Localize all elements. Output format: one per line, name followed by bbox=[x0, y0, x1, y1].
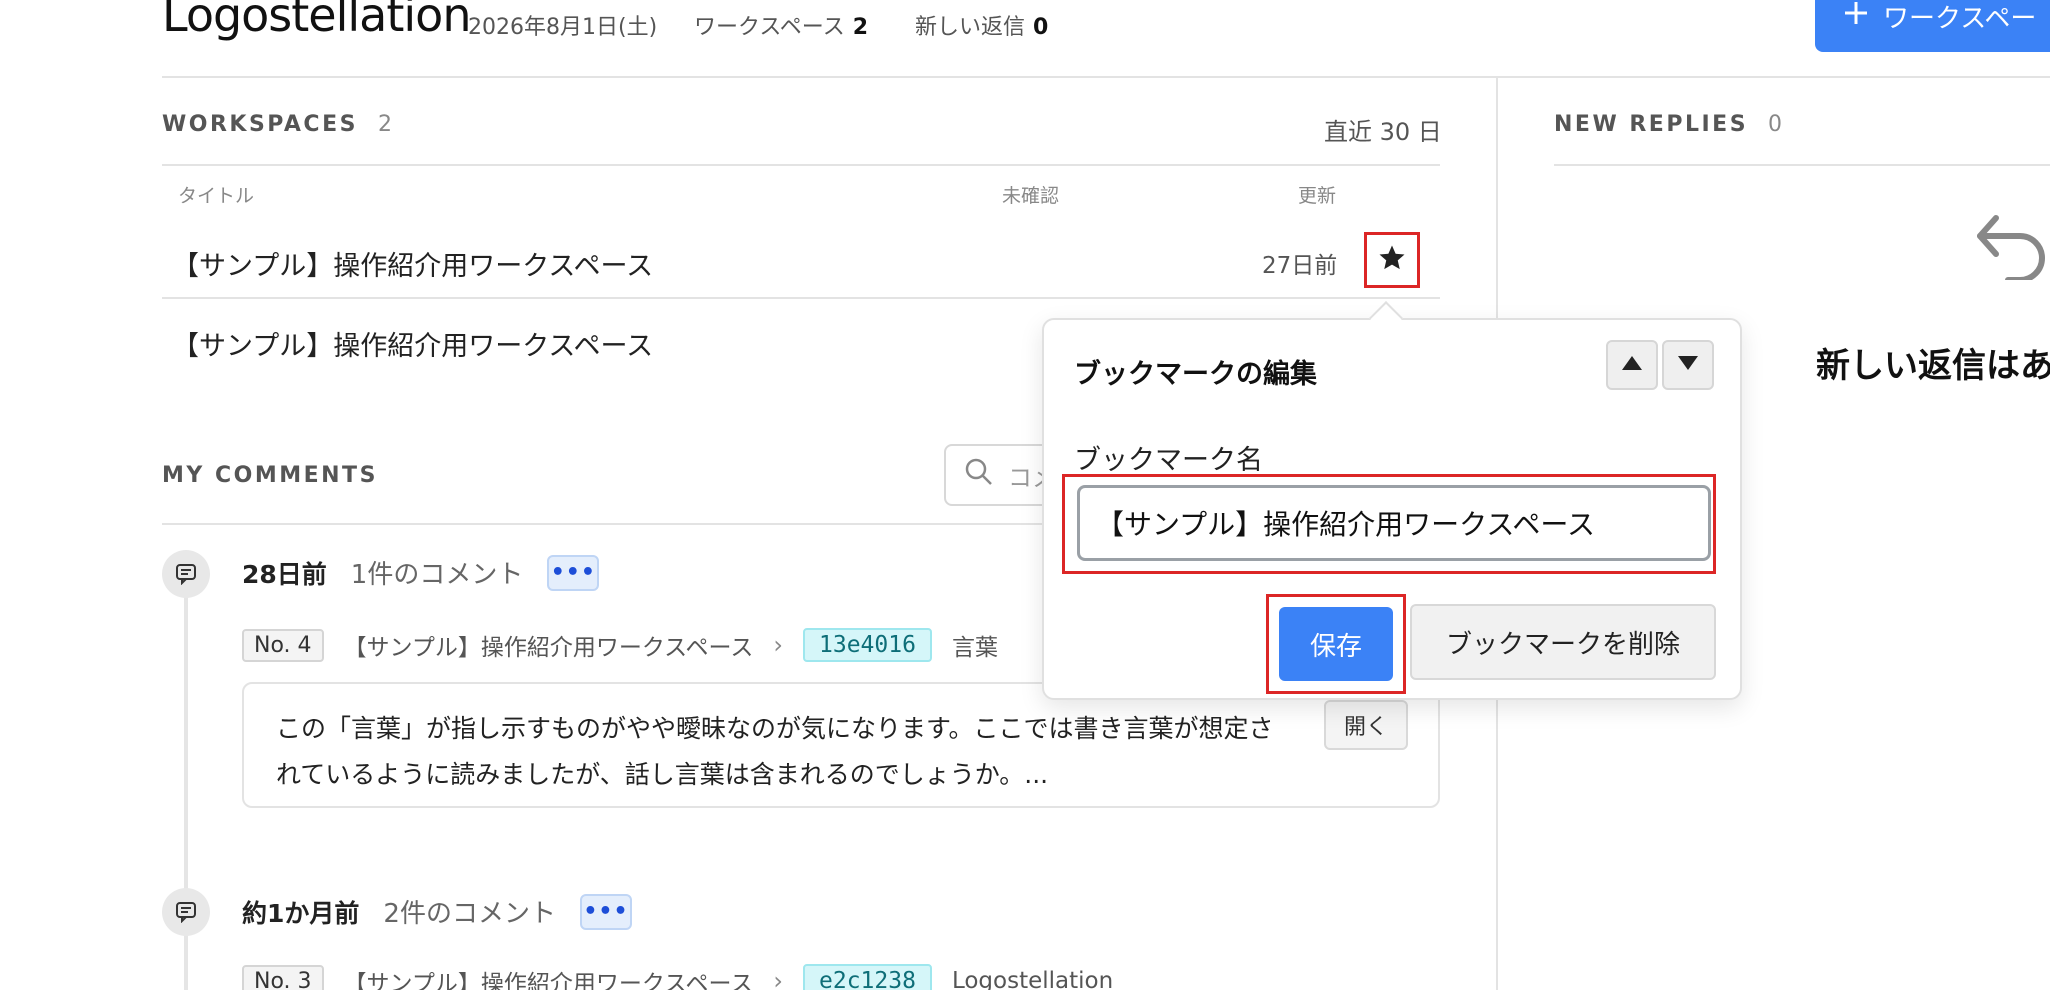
chevron-right-icon: › bbox=[773, 631, 783, 659]
comment-header: 約1か月前 2件のコメント ••• bbox=[242, 893, 632, 930]
triangle-down-icon bbox=[1676, 354, 1700, 376]
comment-text: この「言葉」が指し示すものがやや曖昧なのが気になります。ここでは書き言葉が想定さ… bbox=[276, 714, 1274, 789]
comment-when: 約1か月前 bbox=[242, 898, 360, 928]
comment-when: 28日前 bbox=[242, 559, 327, 589]
workspaces-count: 2 bbox=[377, 112, 392, 137]
comment-term: 言葉 bbox=[951, 635, 998, 661]
replies-count: 0 bbox=[1768, 112, 1783, 137]
replies-divider bbox=[1554, 164, 2050, 166]
header-divider bbox=[162, 76, 2050, 78]
header-workspaces-label: ワークスペース bbox=[694, 15, 845, 40]
search-icon bbox=[964, 457, 994, 493]
chevron-right-icon: › bbox=[773, 967, 783, 990]
bookmark-name-input[interactable] bbox=[1077, 485, 1711, 561]
comment-meta: No. 3 【サンプル】操作紹介用ワークスペース › e2c1238 Logos… bbox=[242, 964, 1113, 990]
comment-meta: No. 4 【サンプル】操作紹介用ワークスペース › 13e4016 言葉 bbox=[242, 628, 998, 662]
save-button[interactable]: 保存 bbox=[1279, 607, 1393, 681]
range-filter[interactable]: 直近 30 日 bbox=[1324, 112, 1442, 147]
comments-title: MY COMMENTS bbox=[162, 463, 378, 488]
row-divider bbox=[162, 297, 1440, 299]
column-header-unconfirmed: 未確認 bbox=[1002, 185, 1060, 207]
comment-hash-badge[interactable]: e2c1238 bbox=[803, 964, 932, 990]
app-title: Logostellation bbox=[162, 0, 471, 42]
workspace-updated: 27日前 bbox=[1262, 253, 1338, 279]
delete-bookmark-button[interactable]: ブックマークを削除 bbox=[1410, 604, 1716, 680]
bookmark-name-highlight bbox=[1062, 474, 1716, 574]
save-highlight: 保存 bbox=[1266, 594, 1406, 694]
header-workspaces-count: 2 bbox=[852, 15, 869, 40]
header-date: 2026年8月1日(土) bbox=[468, 15, 658, 40]
comment-header: 28日前 1件のコメント ••• bbox=[242, 554, 600, 591]
header-workspaces-stat: ワークスペース 2 bbox=[694, 9, 868, 41]
comment-count: 1件のコメント bbox=[350, 560, 524, 590]
workspaces-divider bbox=[162, 164, 1440, 166]
comment-workspace-link[interactable]: 【サンプル】操作紹介用ワークスペース bbox=[344, 628, 754, 662]
workspaces-title: WORKSPACES bbox=[162, 112, 358, 137]
workspace-title[interactable]: 【サンプル】操作紹介用ワークスペース bbox=[172, 244, 653, 283]
triangle-up-icon bbox=[1620, 354, 1644, 376]
move-down-button[interactable] bbox=[1662, 340, 1714, 390]
comment-workspace-link[interactable]: 【サンプル】操作紹介用ワークスペース bbox=[344, 964, 754, 990]
column-header-title: タイトル bbox=[178, 185, 255, 207]
new-workspace-button[interactable]: ワークスペー bbox=[1815, 0, 2050, 52]
comment-count: 2件のコメント bbox=[383, 899, 556, 929]
header-replies-label: 新しい返信 bbox=[915, 15, 1026, 40]
bookmark-edit-popover: ブックマークの編集 ブックマーク名 保存 ブックマークを削除 bbox=[1042, 318, 1742, 700]
plus-icon bbox=[1843, 0, 1869, 33]
comment-icon bbox=[162, 550, 210, 598]
more-button[interactable]: ••• bbox=[547, 554, 600, 591]
comment-icon bbox=[162, 888, 210, 936]
replies-empty-message: 新しい返信はあ bbox=[1816, 346, 2050, 386]
comment-card: この「言葉」が指し示すものがやや曖昧なのが気になります。ここでは書き言葉が想定さ… bbox=[242, 682, 1440, 808]
header-replies-count: 0 bbox=[1033, 15, 1049, 40]
replies-heading: NEW REPLIES 0 bbox=[1554, 112, 1782, 137]
open-button[interactable]: 開く bbox=[1324, 700, 1408, 750]
more-button[interactable]: ••• bbox=[579, 893, 632, 930]
workspaces-heading: WORKSPACES 2 bbox=[162, 112, 392, 137]
star-icon bbox=[1377, 243, 1407, 277]
bookmark-name-label: ブックマーク名 bbox=[1074, 445, 1263, 476]
new-workspace-label: ワークスペー bbox=[1883, 3, 2037, 34]
workspace-row[interactable]: 【サンプル】操作紹介用ワークスペース 27日前 bbox=[162, 220, 1440, 298]
undo-icon bbox=[1972, 210, 2050, 284]
header-replies-stat: 新しい返信 0 bbox=[915, 9, 1048, 41]
comment-number-badge: No. 3 bbox=[242, 964, 324, 990]
comment-number-badge: No. 4 bbox=[242, 628, 324, 662]
workspace-title[interactable]: 【サンプル】操作紹介用ワークスペース bbox=[172, 324, 653, 363]
move-up-button[interactable] bbox=[1606, 340, 1658, 390]
comment-hash-badge[interactable]: 13e4016 bbox=[803, 628, 932, 662]
popover-title: ブックマークの編集 bbox=[1074, 359, 1317, 390]
bookmark-star-button[interactable] bbox=[1364, 232, 1420, 288]
comment-term: Logostellation bbox=[951, 968, 1114, 990]
replies-title: NEW REPLIES bbox=[1554, 112, 1749, 137]
column-header-updated: 更新 bbox=[1298, 185, 1337, 207]
